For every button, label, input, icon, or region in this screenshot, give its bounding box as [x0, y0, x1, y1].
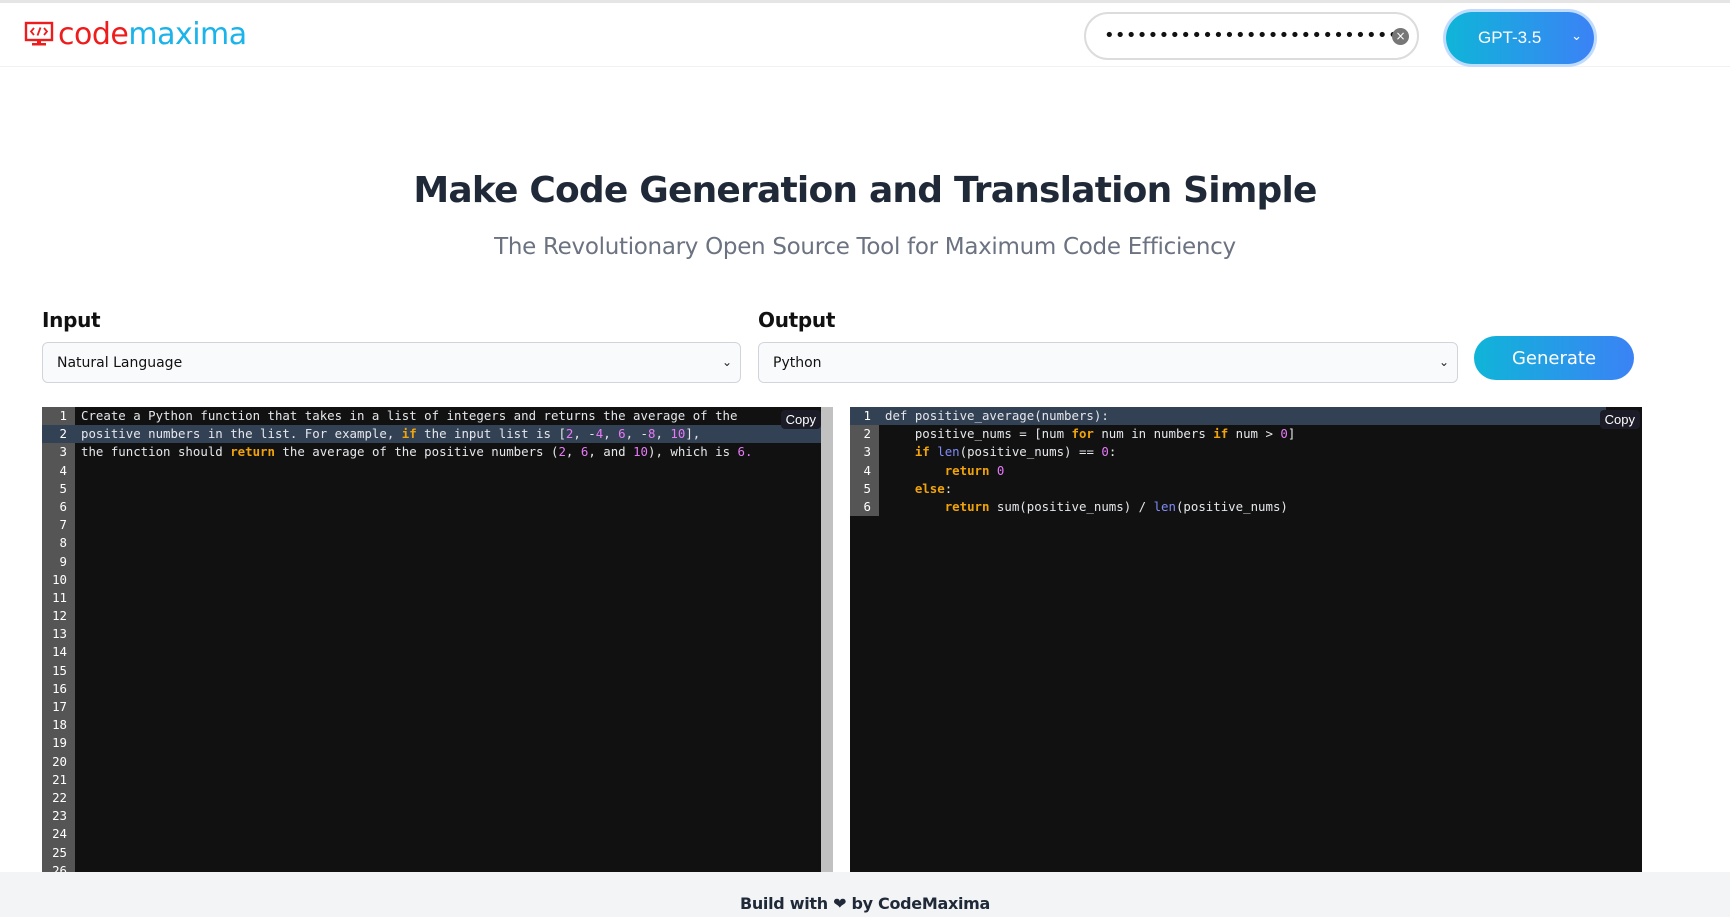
line-number: 3 — [850, 443, 879, 461]
line-number: 14 — [42, 643, 75, 661]
output-line: positive_nums = [num for num in numbers … — [879, 425, 1642, 443]
input-scrollbar[interactable] — [821, 407, 833, 872]
input-line: positive numbers in the list. For exampl… — [75, 425, 821, 443]
line-number: 6 — [42, 498, 75, 516]
line-number: 16 — [42, 680, 75, 698]
input-line-numbers: 1234567891011121314151617181920212223242… — [42, 407, 75, 872]
output-copy-button[interactable]: Copy — [1600, 410, 1640, 429]
api-key-input[interactable]: •••••••••••••••••••••••••••••••••• × — [1084, 12, 1419, 60]
line-number: 18 — [42, 716, 75, 734]
line-number: 26 — [42, 862, 75, 872]
monitor-code-icon — [24, 21, 54, 47]
line-number: 2 — [42, 425, 75, 443]
line-number: 17 — [42, 698, 75, 716]
line-number: 1 — [850, 407, 879, 425]
chevron-down-icon: ⌄ — [722, 355, 732, 369]
line-number: 23 — [42, 807, 75, 825]
input-copy-button[interactable]: Copy — [781, 410, 821, 429]
output-line-numbers: 123456 — [850, 407, 879, 516]
page-subtitle: The Revolutionary Open Source Tool for M… — [0, 234, 1730, 260]
line-number: 7 — [42, 516, 75, 534]
output-line: return sum(positive_nums) / len(positive… — [879, 498, 1642, 516]
input-code-lines[interactable]: Create a Python function that takes in a… — [75, 407, 821, 462]
output-editor[interactable]: 123456 def positive_average(numbers): po… — [850, 407, 1642, 872]
logo-text-maxima: maxima — [128, 17, 246, 52]
input-language-select[interactable]: Natural Language ⌄ — [42, 342, 741, 383]
footer: Build with ❤ by CodeMaxima — [0, 872, 1730, 917]
line-number: 3 — [42, 443, 75, 461]
line-number: 4 — [42, 462, 75, 480]
output-line: if len(positive_nums) == 0: — [879, 443, 1642, 461]
line-number: 25 — [42, 844, 75, 862]
line-number: 20 — [42, 753, 75, 771]
app-header: codemaxima •••••••••••••••••••••••••••••… — [0, 3, 1730, 67]
input-language-value: Natural Language — [57, 355, 182, 371]
output-label: Output — [758, 308, 835, 332]
model-select-value: GPT-3.5 — [1478, 28, 1541, 48]
line-number: 21 — [42, 771, 75, 789]
output-code-lines[interactable]: def positive_average(numbers): positive_… — [879, 407, 1642, 516]
output-line: def positive_average(numbers): — [879, 407, 1606, 425]
line-number: 6 — [850, 498, 879, 516]
line-number: 8 — [42, 534, 75, 552]
clear-icon[interactable]: × — [1392, 28, 1409, 45]
chevron-down-icon: ⌄ — [1571, 28, 1582, 44]
line-number: 15 — [42, 662, 75, 680]
input-line: Create a Python function that takes in a… — [75, 407, 821, 425]
input-label: Input — [42, 308, 100, 332]
generate-button[interactable]: Generate — [1474, 336, 1634, 380]
api-key-value: •••••••••••••••••••••••••••••••••• — [1104, 26, 1394, 46]
logo-text-code: code — [58, 17, 128, 52]
chevron-down-icon: ⌄ — [1439, 355, 1449, 369]
output-line: return 0 — [879, 462, 1642, 480]
logo[interactable]: codemaxima — [24, 16, 247, 52]
line-number: 5 — [850, 480, 879, 498]
line-number: 22 — [42, 789, 75, 807]
footer-text: Build with ❤ by CodeMaxima — [740, 894, 990, 913]
line-number: 9 — [42, 553, 75, 571]
line-number: 5 — [42, 480, 75, 498]
line-number: 1 — [42, 407, 75, 425]
line-number: 19 — [42, 734, 75, 752]
page-title: Make Code Generation and Translation Sim… — [0, 170, 1730, 211]
line-number: 13 — [42, 625, 75, 643]
line-number: 24 — [42, 825, 75, 843]
input-line: the function should return the average o… — [75, 443, 821, 461]
model-select[interactable]: GPT-3.5 ⌄ — [1446, 12, 1594, 64]
output-line: else: — [879, 480, 1642, 498]
line-number: 10 — [42, 571, 75, 589]
line-number: 2 — [850, 425, 879, 443]
line-number: 4 — [850, 462, 879, 480]
line-number: 12 — [42, 607, 75, 625]
input-editor[interactable]: 1234567891011121314151617181920212223242… — [42, 407, 833, 872]
line-number: 11 — [42, 589, 75, 607]
output-language-value: Python — [773, 355, 822, 371]
output-language-select[interactable]: Python ⌄ — [758, 342, 1458, 383]
